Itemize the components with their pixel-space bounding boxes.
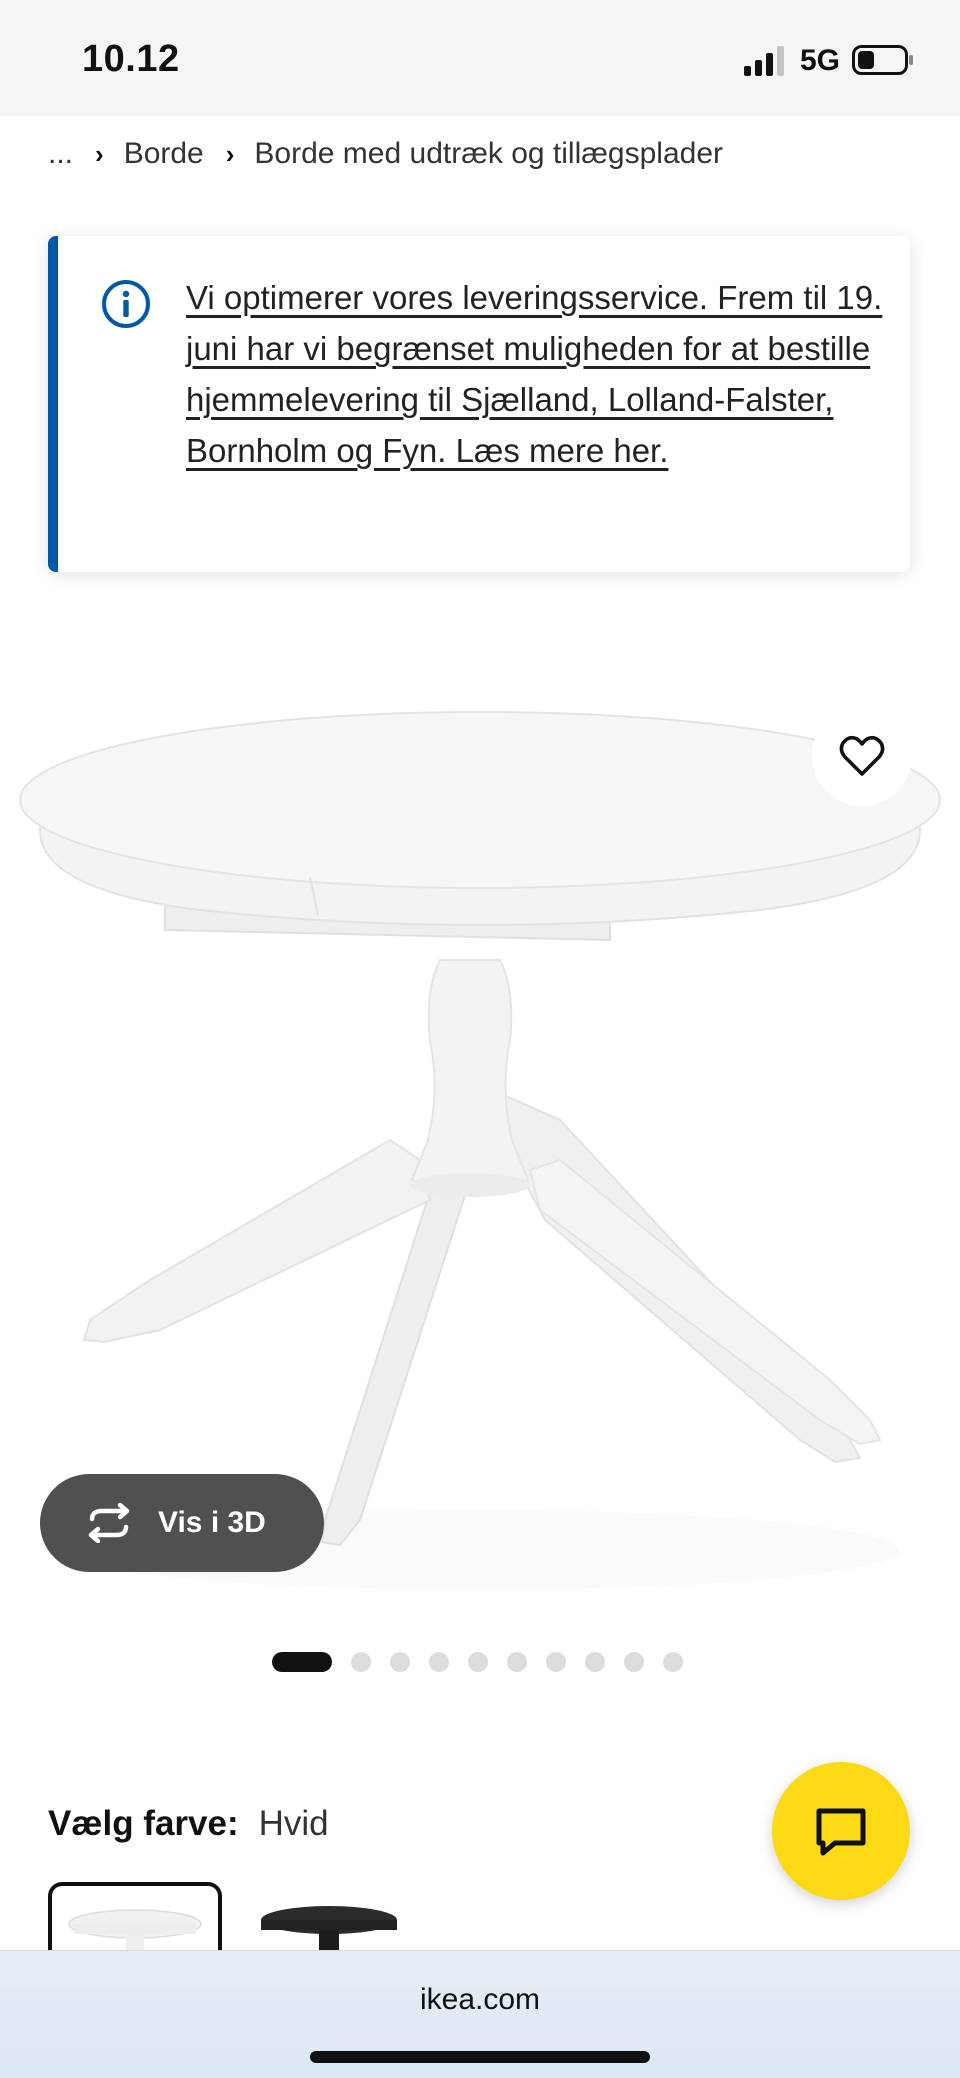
view-3d-label: Vis i 3D bbox=[158, 1506, 266, 1539]
breadcrumb-ellipsis[interactable]: ... bbox=[48, 137, 73, 171]
breadcrumb-item-extendable-tables[interactable]: Borde med udtræk og tillægsplader bbox=[254, 137, 723, 171]
pagination-dot[interactable] bbox=[468, 1652, 488, 1672]
color-selector-heading: Vælg farve: Hvid bbox=[48, 1804, 329, 1844]
pagination-dot[interactable] bbox=[624, 1652, 644, 1672]
chat-button[interactable] bbox=[772, 1762, 910, 1900]
breadcrumb-item-borde[interactable]: Borde bbox=[124, 137, 204, 171]
pagination-dot[interactable] bbox=[585, 1652, 605, 1672]
breadcrumb: ... › Borde › Borde med udtræk og tillæg… bbox=[48, 134, 723, 174]
battery-icon bbox=[852, 45, 913, 75]
pagination-dot-active[interactable] bbox=[272, 1652, 332, 1672]
network-label: 5G bbox=[800, 44, 841, 77]
chevron-right-icon: › bbox=[225, 138, 235, 169]
color-label: Vælg farve: bbox=[48, 1804, 239, 1843]
pagination-dot[interactable] bbox=[390, 1652, 410, 1672]
info-icon bbox=[102, 280, 150, 328]
pagination-dot[interactable] bbox=[507, 1652, 527, 1672]
chevron-right-icon: › bbox=[95, 138, 104, 169]
delivery-notice-link[interactable]: Vi optimerer vores leveringsservice. Fre… bbox=[186, 272, 896, 476]
gallery-pagination bbox=[272, 1650, 702, 1674]
signal-strength-icon bbox=[744, 46, 784, 76]
home-indicator bbox=[310, 2051, 650, 2063]
status-time: 10.12 bbox=[82, 38, 180, 80]
delivery-notice: Vi optimerer vores leveringsservice. Fre… bbox=[48, 236, 910, 572]
view-3d-button[interactable]: Vis i 3D bbox=[40, 1474, 324, 1572]
favorite-button[interactable] bbox=[812, 706, 912, 806]
pagination-dot[interactable] bbox=[663, 1652, 683, 1672]
browser-url-bar[interactable]: ikea.com bbox=[0, 1950, 960, 2078]
chat-bubble-icon bbox=[816, 1808, 866, 1856]
pagination-dot[interactable] bbox=[429, 1652, 449, 1672]
pagination-dot[interactable] bbox=[351, 1652, 371, 1672]
url-text[interactable]: ikea.com bbox=[0, 1983, 960, 2017]
color-value: Hvid bbox=[258, 1804, 329, 1843]
rotate-3d-icon bbox=[88, 1503, 130, 1543]
heart-icon bbox=[839, 735, 885, 776]
pagination-dot[interactable] bbox=[546, 1652, 566, 1672]
status-bar: 10.12 5G bbox=[0, 0, 960, 116]
